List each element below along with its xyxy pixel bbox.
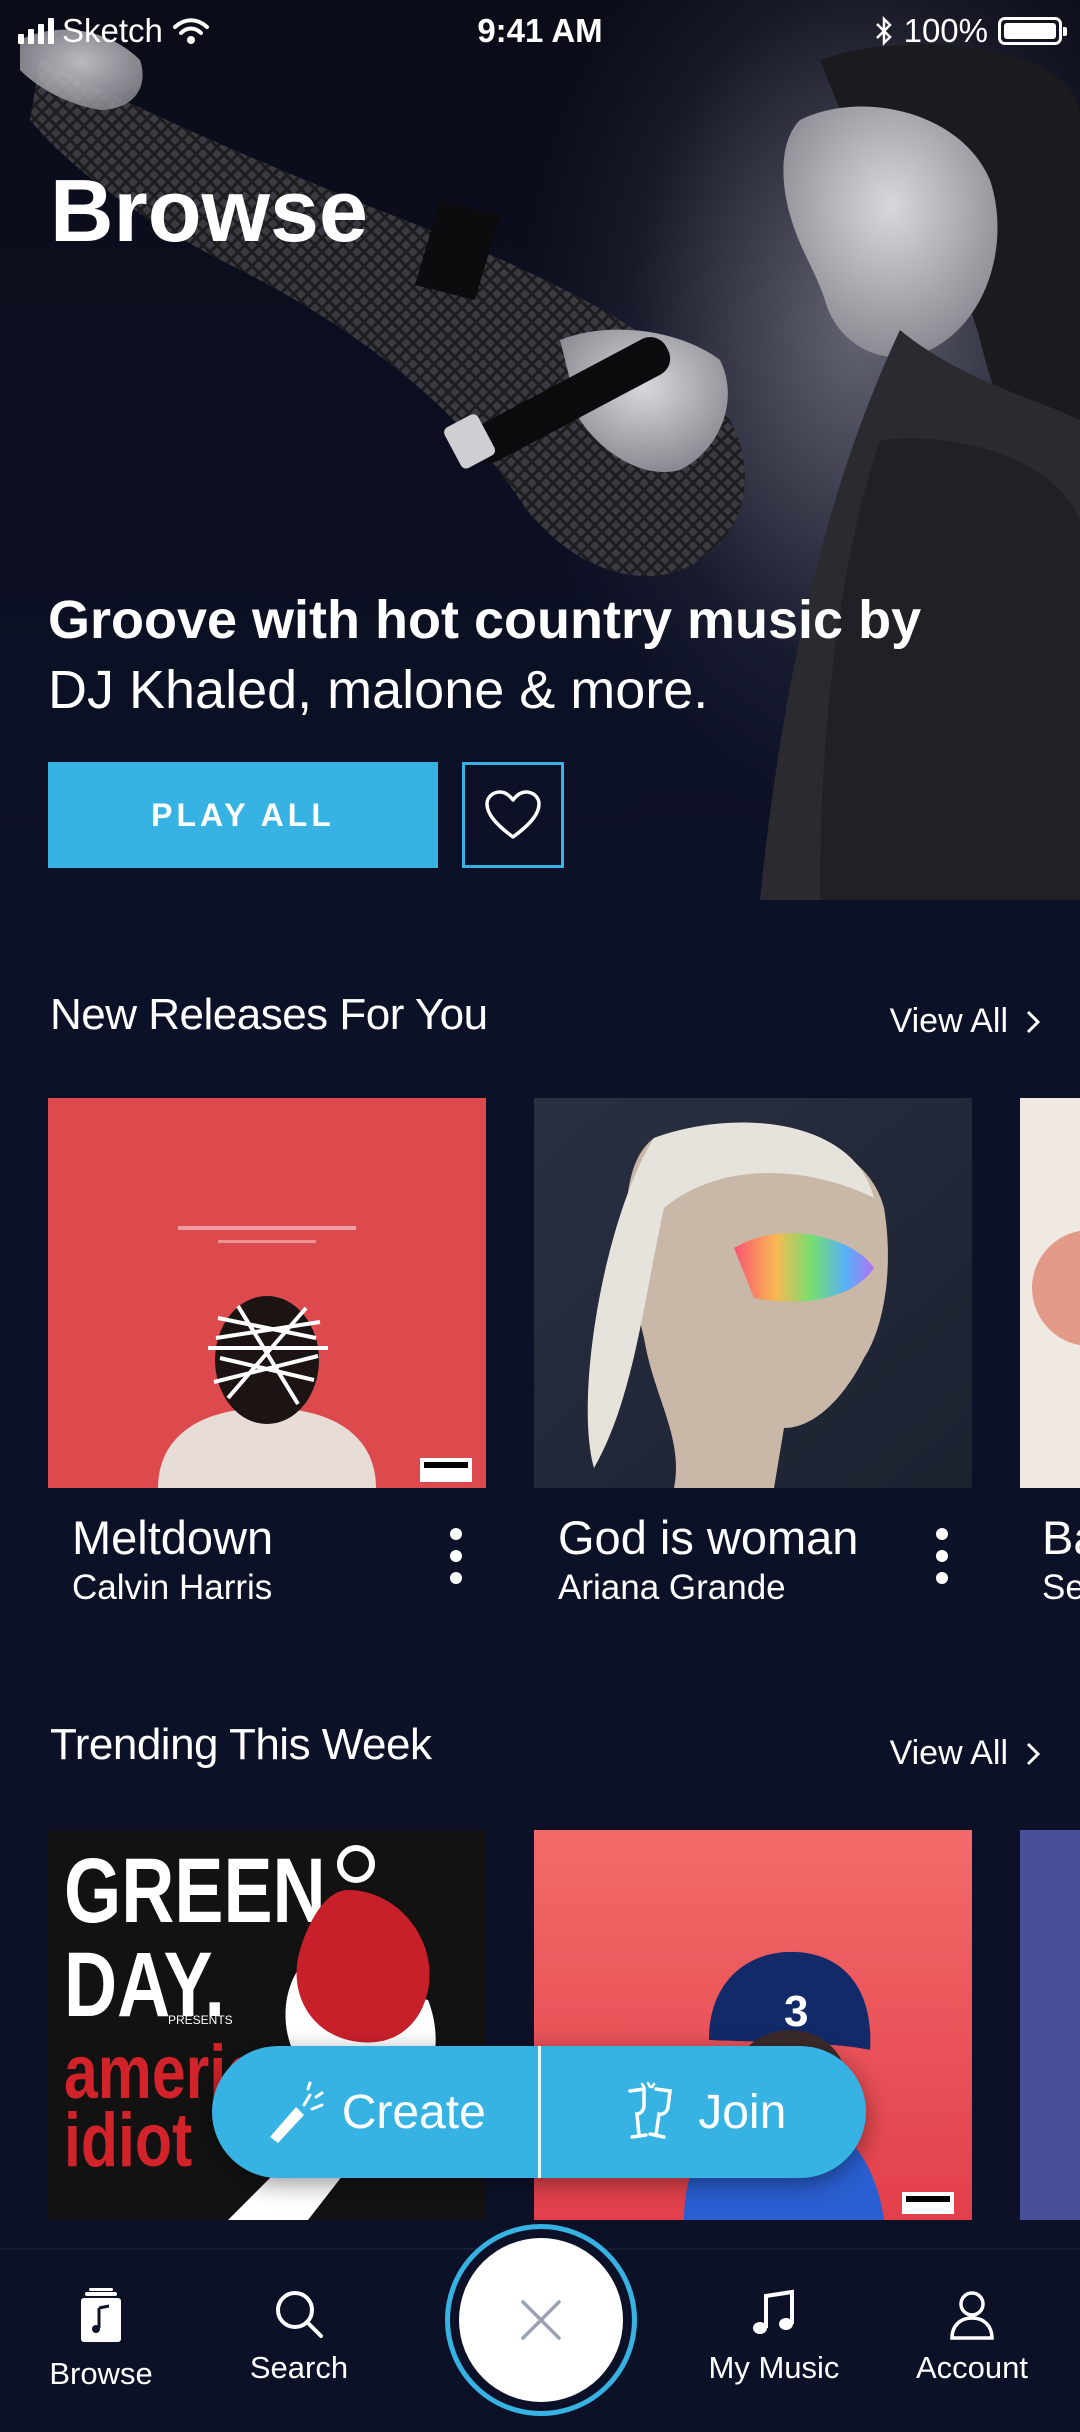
center-button-inner xyxy=(459,2238,623,2402)
album-cover-meltdown[interactable] xyxy=(48,1098,486,1488)
browse-icon xyxy=(81,2288,121,2342)
favorite-button[interactable] xyxy=(462,762,564,868)
account-icon xyxy=(950,2291,994,2340)
cover-art xyxy=(534,1098,972,1488)
trending-title: Trending This Week xyxy=(50,1720,432,1769)
tab-search[interactable]: Search xyxy=(214,2288,384,2386)
music-note-icon xyxy=(753,2289,794,2334)
trending-card[interactable] xyxy=(1020,1830,1080,2220)
champagne-icon xyxy=(269,2081,324,2143)
album-title: God is woman xyxy=(558,1511,859,1564)
status-right: 100% xyxy=(874,12,1067,50)
battery-icon xyxy=(998,17,1067,45)
tab-label: Browse xyxy=(49,2356,153,2391)
more-options-icon[interactable] xyxy=(446,1528,466,1584)
page-title: Browse xyxy=(50,161,368,260)
create-join-pill: Create Join xyxy=(212,2046,866,2178)
battery-percent: 100% xyxy=(903,12,988,49)
album-cover-partial[interactable] xyxy=(1020,1830,1080,2220)
cheers-icon xyxy=(628,2081,673,2139)
tab-my-music[interactable]: My Music xyxy=(689,2288,859,2386)
hero-headline: Groove with hot country music by xyxy=(48,590,922,650)
release-card[interactable]: Meltdown Calvin Harris xyxy=(48,1098,486,1628)
create-button[interactable]: Create xyxy=(212,2046,538,2178)
chevron-right-icon xyxy=(1026,1742,1040,1765)
new-releases-title: New Releases For You xyxy=(50,990,488,1039)
cover-art xyxy=(48,1098,486,1488)
tab-label: Search xyxy=(249,2350,349,2385)
cover-text: PRESENTS xyxy=(168,2013,233,2027)
album-cover-partial[interactable] xyxy=(1020,1098,1080,1488)
album-cover-god-is-woman[interactable] xyxy=(534,1098,972,1488)
cover-badge: 3 xyxy=(784,1987,808,2036)
album-title: Meltdown xyxy=(72,1511,274,1564)
tab-account[interactable]: Account xyxy=(887,2288,1057,2386)
center-action-button[interactable] xyxy=(445,2224,637,2416)
cover-text: GREEN xyxy=(64,1839,326,1942)
new-releases-view-all[interactable]: View All xyxy=(890,1002,1040,1041)
cover-text: idiot xyxy=(64,2098,192,2183)
album-artist: Ariana Grande xyxy=(558,1568,786,1607)
tab-label: Account xyxy=(915,2350,1028,2385)
view-all-label: View All xyxy=(889,1734,1008,1772)
tab-label: My Music xyxy=(708,2350,840,2385)
search-icon xyxy=(276,2291,323,2338)
join-button[interactable]: Join xyxy=(541,2046,867,2178)
bluetooth-icon xyxy=(875,16,892,46)
more-options-icon[interactable] xyxy=(932,1528,952,1584)
tab-browse[interactable]: Browse xyxy=(16,2288,186,2392)
play-all-button[interactable]: PLAY ALL xyxy=(48,762,438,868)
release-card[interactable]: Ba Se xyxy=(1020,1098,1080,1628)
album-artist: Calvin Harris xyxy=(72,1568,273,1607)
create-label: Create xyxy=(341,2085,486,2139)
chevron-right-icon xyxy=(1026,1010,1040,1033)
close-icon xyxy=(521,2300,561,2340)
heart-icon xyxy=(485,790,541,839)
cover-art xyxy=(1020,1098,1080,1488)
album-title: Ba xyxy=(1042,1511,1080,1564)
status-bar: Sketch 9:41 AM 100% xyxy=(0,0,1080,62)
view-all-label: View All xyxy=(889,1002,1008,1040)
album-artist: Se xyxy=(1042,1568,1080,1607)
hero-subline: DJ Khaled, malone & more. xyxy=(48,660,709,720)
trending-view-all[interactable]: View All xyxy=(890,1734,1040,1773)
release-card[interactable]: God is woman Ariana Grande xyxy=(534,1098,972,1628)
join-label: Join xyxy=(698,2085,787,2139)
